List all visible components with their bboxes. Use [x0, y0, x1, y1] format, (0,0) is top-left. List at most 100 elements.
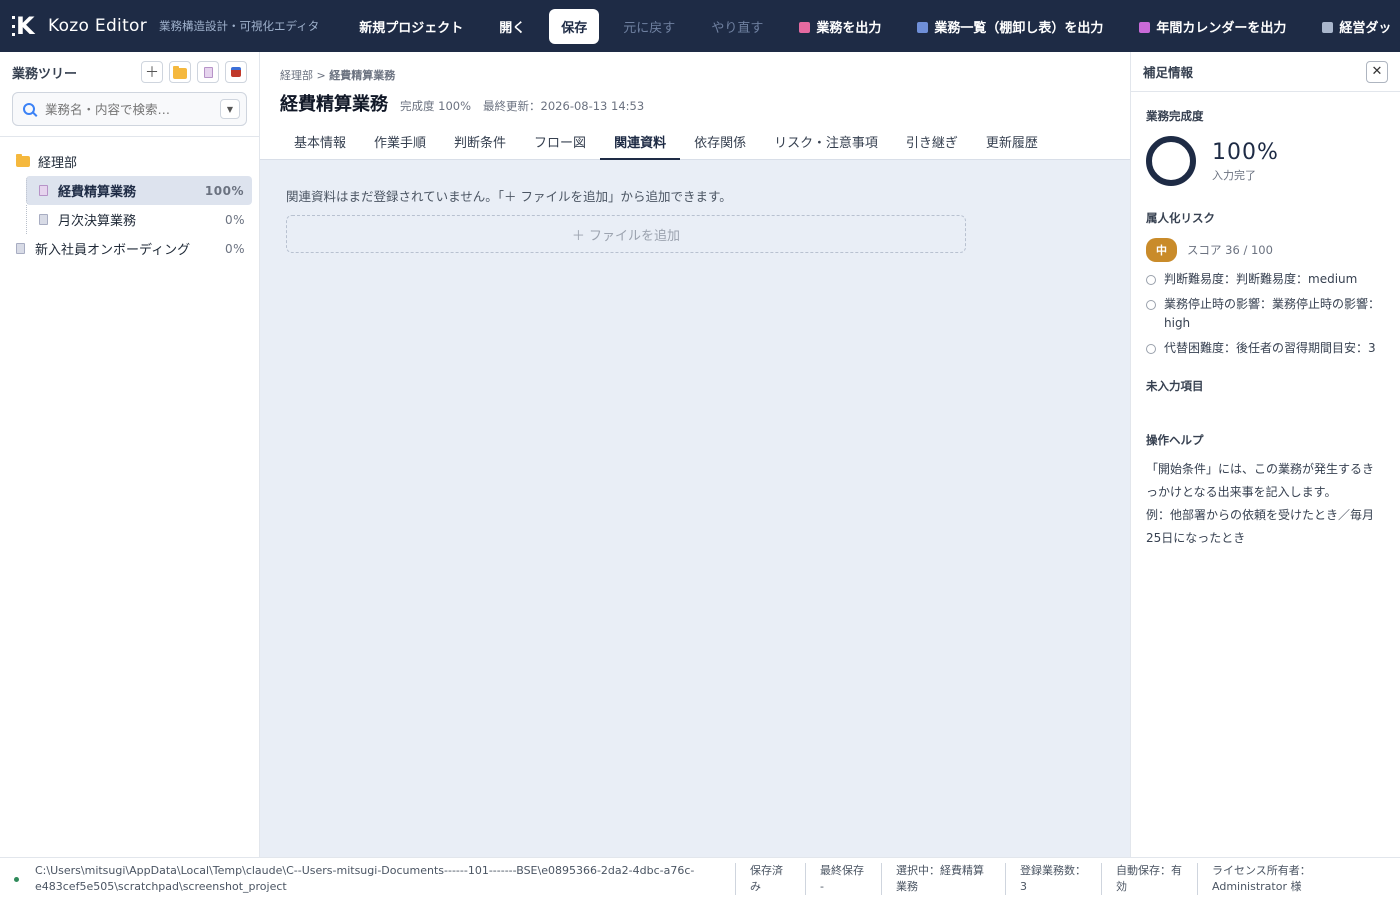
search-filter-dropdown[interactable]: ▼ — [220, 99, 240, 119]
tab-basic-info[interactable]: 基本情報 — [280, 126, 360, 160]
save-status: 保存済み — [735, 863, 805, 895]
sidebar-title: 業務ツリー — [12, 66, 78, 82]
selected-task: 選択中：経費精算業務 — [881, 863, 1005, 895]
completion-value: 100% — [1212, 139, 1279, 165]
tab-flow[interactable]: フロー図 — [520, 126, 600, 160]
license-owner: ライセンス所有者：Administrator 様 — [1197, 863, 1347, 895]
panel-body: 業務完成度 100% 入力完了 属人化リスク 中 スコア 36 / 100 判断… — [1131, 108, 1400, 550]
tree-folder-accounting[interactable]: 経理部 — [0, 147, 259, 176]
open-button[interactable]: 開く — [487, 9, 537, 44]
tab-risks[interactable]: リスク・注意事項 — [760, 126, 892, 160]
help-text: 「開始条件」には、この業務が発生するきっかけとなる出来事を記入します。 例：他部… — [1146, 458, 1385, 550]
redo-button[interactable]: やり直す — [699, 9, 775, 44]
tree-item-label: 月次決算業務 — [58, 214, 137, 229]
bar-chart-icon — [917, 21, 929, 33]
status-indicator-icon — [14, 876, 19, 882]
add-file-button[interactable]: ＋ ファイルを追加 — [286, 215, 966, 253]
export-task-label: 業務を出力 — [816, 20, 882, 36]
tab-history[interactable]: 更新履歴 — [972, 126, 1052, 160]
tree-item-monthly-close[interactable]: 月次決算業務 0% — [26, 205, 259, 234]
search-icon — [23, 103, 35, 115]
search-box: ▼ — [12, 92, 247, 126]
undo-button[interactable]: 元に戻す — [611, 9, 687, 44]
risk-item-text: 判断難易度：判断難易度：medium — [1164, 272, 1358, 286]
completion-status: 入力完了 — [1212, 168, 1256, 182]
breadcrumb: 経理部 > 経費精算業務 — [280, 67, 395, 83]
project-path: C:\Users\mitsugi\AppData\Local\Temp\clau… — [35, 864, 695, 893]
plus-icon: ＋ — [145, 65, 159, 81]
panel-header: 補足情報 ✕ — [1131, 52, 1400, 92]
app-subtitle: 業務構造設計・可視化エディタ — [159, 19, 320, 33]
tree-folder-label: 経理部 — [38, 156, 78, 171]
close-panel-button[interactable]: ✕ — [1366, 60, 1388, 83]
empty-message: 関連資料はまだ登録されていません。「＋ ファイルを追加」から追加できます。 — [286, 189, 732, 204]
export-calendar-label: 年間カレンダーを出力 — [1156, 20, 1287, 36]
export-list-button[interactable]: 業務一覧（棚卸し表）を出力 — [905, 9, 1115, 44]
missing-fields-label: 未入力項目 — [1146, 379, 1204, 393]
help-text-1: 「開始条件」には、この業務が発生するきっかけとなる出来事を記入します。 — [1146, 462, 1375, 499]
risk-level-badge: 中 — [1146, 238, 1177, 262]
autosave-status: 自動保存：有効 — [1101, 863, 1197, 895]
completion-label: 業務完成度 — [1146, 109, 1204, 123]
page-title: 経費精算業務 — [280, 94, 388, 115]
tab-conditions[interactable]: 判断条件 — [440, 126, 520, 160]
task-tree: 経理部 経費精算業務 100% 月次決算業務 0% 新入社員オンボーディング 0… — [0, 137, 259, 263]
tree-item-percent: 0% — [224, 241, 245, 256]
circle-icon — [1146, 275, 1156, 285]
help-label: 操作ヘルプ — [1146, 433, 1204, 447]
tab-procedure[interactable]: 作業手順 — [360, 126, 440, 160]
tree-item-onboarding[interactable]: 新入社員オンボーディング 0% — [0, 234, 259, 263]
add-document-button[interactable] — [197, 61, 219, 83]
last-updated: 最終更新：2026-08-13 14:53 — [483, 99, 645, 113]
folder-icon — [16, 154, 30, 167]
completion-row: 100% 入力完了 — [1146, 136, 1385, 186]
completion-meta: 完成度 100% — [400, 99, 472, 113]
status-bar: C:\Users\mitsugi\AppData\Local\Temp\clau… — [0, 857, 1400, 900]
new-project-button[interactable]: 新規プロジェクト — [347, 9, 475, 44]
breadcrumb-parent[interactable]: 経理部 — [280, 69, 313, 82]
risk-item: 代替困難度：後任者の習得期間目安：3 — [1146, 339, 1385, 358]
save-button[interactable]: 保存 — [549, 8, 600, 44]
help-text-2: 例：他部署からの依頼を受けたとき／毎月25日になったとき — [1146, 508, 1375, 545]
top-toolbar: K Kozo Editor 業務構造設計・可視化エディタ 新規プロジェクト 開く… — [0, 0, 1400, 52]
export-task-icon — [799, 21, 811, 33]
main-content: 経理部 > 経費精算業務 経費精算業務 完成度 100% 最終更新：2026-0… — [260, 52, 1130, 857]
main-header: 経理部 > 経費精算業務 経費精算業務 完成度 100% 最終更新：2026-0… — [260, 52, 1130, 160]
document-icon — [16, 243, 25, 254]
tab-dependencies[interactable]: 依存関係 — [680, 126, 760, 160]
document-icon — [39, 214, 48, 225]
tab-handover[interactable]: 引き継ぎ — [892, 126, 972, 160]
document-icon — [39, 185, 48, 196]
risk-item-text: 代替困難度：後任者の習得期間目安：3 — [1164, 341, 1376, 355]
sidebar-header: 業務ツリー ＋ — [0, 52, 259, 92]
risk-item-text: 業務停止時の影響：業務停止時の影響：high — [1164, 297, 1381, 330]
risk-score: スコア 36 / 100 — [1187, 243, 1273, 257]
folder-icon — [173, 65, 187, 79]
tree-item-percent: 0% — [224, 212, 245, 227]
brand: K Kozo Editor 業務構造設計・可視化エディタ — [0, 13, 341, 39]
circle-icon — [1146, 344, 1156, 354]
last-saved: 最終保存 - — [805, 863, 881, 895]
add-folder-button[interactable] — [169, 61, 191, 83]
sidebar-tools: ＋ — [141, 61, 247, 83]
tab-related-docs[interactable]: 関連資料 — [600, 126, 681, 160]
export-task-button[interactable]: 業務を出力 — [787, 9, 893, 44]
tab-bar: 基本情報 作業手順 判断条件 フロー図 関連資料 依存関係 リスク・注意事項 引… — [280, 126, 1052, 160]
calendar-icon — [1139, 21, 1151, 33]
import-button[interactable] — [225, 61, 247, 83]
tree-item-label: 新入社員オンボーディング — [35, 243, 191, 258]
task-count: 登録業務数：3 — [1005, 863, 1101, 895]
search-input[interactable] — [45, 101, 220, 117]
export-calendar-button[interactable]: 年間カレンダーを出力 — [1127, 9, 1298, 44]
export-list-label: 業務一覧（棚卸し表）を出力 — [934, 20, 1104, 36]
title-row: 経費精算業務 完成度 100% 最終更新：2026-08-13 14:53 — [280, 90, 656, 116]
app-name: Kozo Editor — [48, 16, 148, 36]
add-task-button[interactable]: ＋ — [141, 61, 163, 83]
dashboard-button[interactable]: 経営ダッ — [1310, 9, 1400, 44]
breadcrumb-separator: > — [313, 69, 330, 82]
tree-item-percent: 100% — [204, 183, 244, 198]
close-icon: ✕ — [1371, 64, 1383, 79]
tree-item-expense[interactable]: 経費精算業務 100% — [26, 176, 252, 205]
import-icon — [231, 67, 241, 77]
dashboard-label: 経営ダッ — [1339, 20, 1392, 36]
